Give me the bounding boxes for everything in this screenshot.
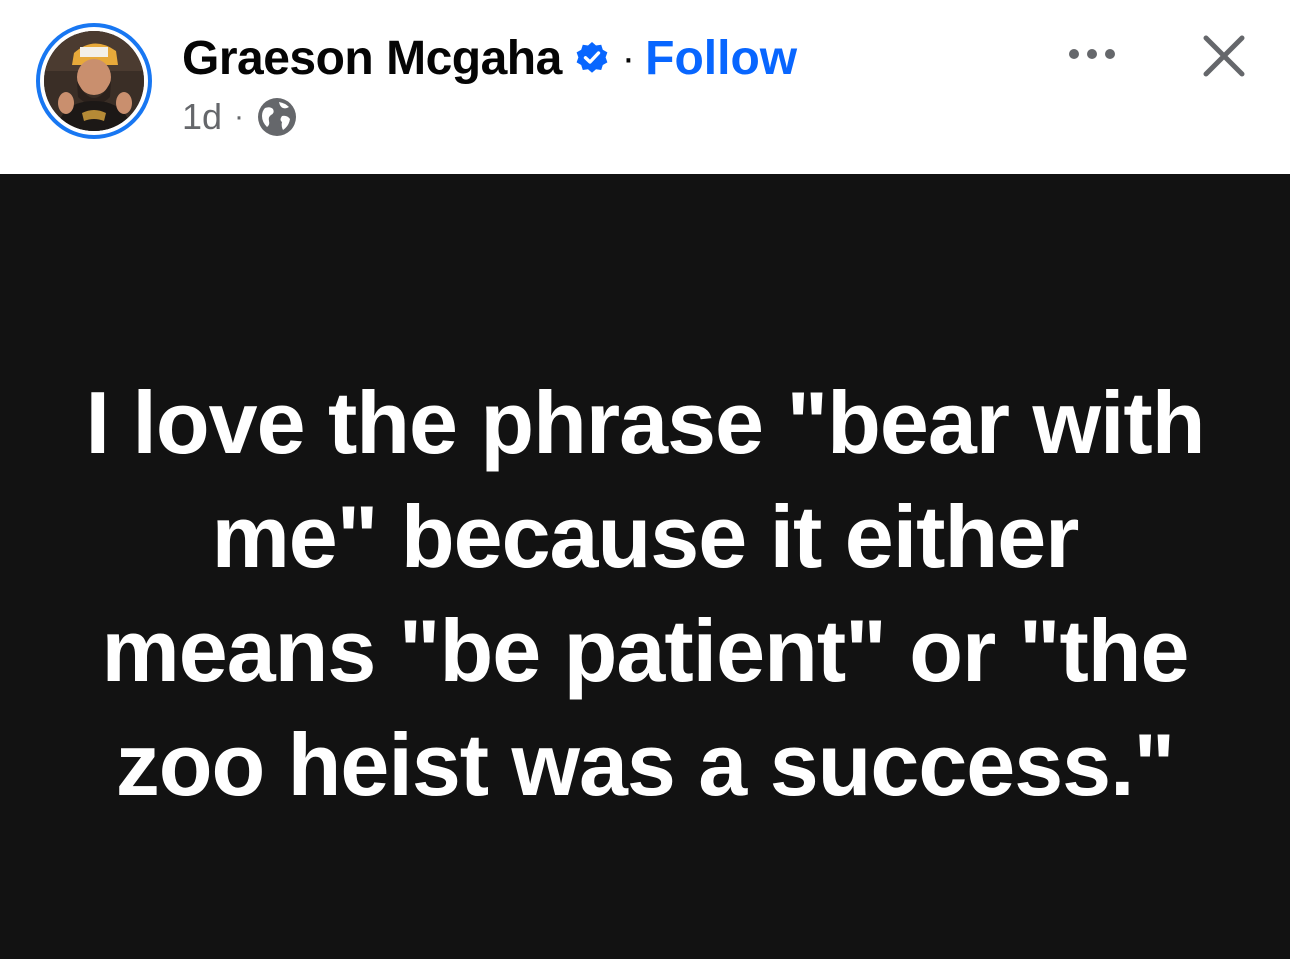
post-meta: 1d · <box>182 94 298 140</box>
post-card: Graeson Mcgaha · Follow 1d · I love the … <box>0 0 1290 959</box>
post-header: Graeson Mcgaha · Follow 1d · <box>0 0 1290 174</box>
more-options-button[interactable] <box>1062 34 1122 74</box>
close-icon <box>1203 35 1245 77</box>
post-content: I love the phrase "bear with me" because… <box>0 174 1290 959</box>
post-text: I love the phrase "bear with me" because… <box>85 373 1206 814</box>
close-button[interactable] <box>1196 28 1252 84</box>
name-separator: · <box>621 35 636 80</box>
author-row: Graeson Mcgaha · Follow <box>182 28 797 88</box>
follow-button[interactable]: Follow <box>645 31 797 86</box>
more-options-icon <box>1069 49 1115 59</box>
meta-separator: · <box>234 100 245 133</box>
author-name[interactable]: Graeson Mcgaha <box>182 31 562 86</box>
author-avatar[interactable] <box>36 23 152 139</box>
avatar-image <box>44 31 144 131</box>
verified-badge-icon <box>574 40 610 76</box>
globe-icon[interactable] <box>256 96 298 138</box>
post-timestamp[interactable]: 1d <box>182 96 222 138</box>
